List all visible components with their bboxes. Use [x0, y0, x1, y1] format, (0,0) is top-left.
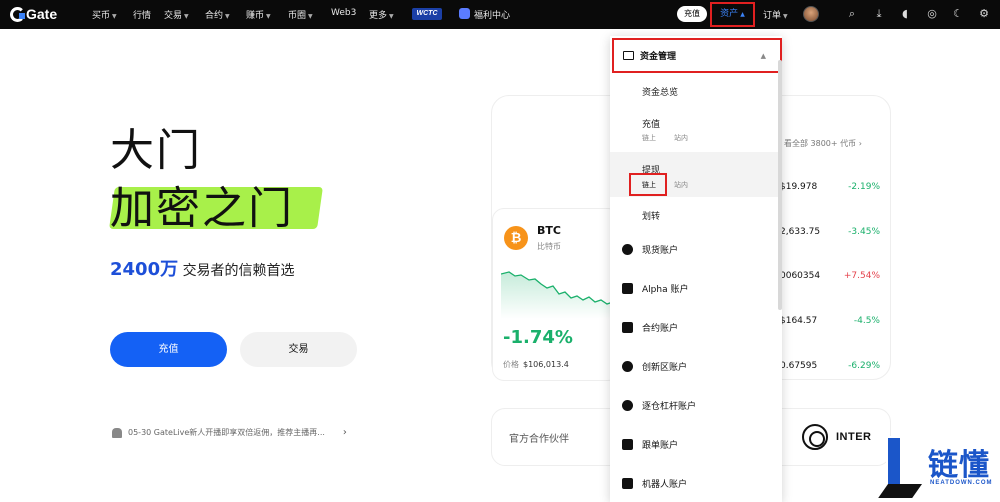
- watermark-logo-icon: [878, 438, 922, 500]
- bot-account-icon: [622, 478, 633, 489]
- menu-item-innovation-account[interactable]: 创新区账户: [622, 360, 687, 373]
- download-icon[interactable]: ⤓: [873, 8, 885, 20]
- nav-item-web3[interactable]: Web3: [331, 8, 356, 18]
- hero-deposit-button[interactable]: 充值: [110, 332, 227, 367]
- wctc-event-badge[interactable]: WCTC: [412, 8, 442, 20]
- btc-sparkline: [501, 271, 619, 319]
- chevron-up-icon: ▲: [740, 11, 745, 18]
- menu-sub-deposit-onchain[interactable]: 链上: [642, 133, 656, 143]
- innovation-account-icon: [622, 361, 633, 372]
- btc-price: 价格 $106,013.4: [503, 360, 569, 369]
- dropdown-scrollbar[interactable]: [778, 60, 782, 310]
- watermark-url: NEATDOWN.COM: [930, 480, 993, 486]
- menu-item-bot-account[interactable]: 机器人账户: [622, 477, 687, 490]
- partner-name[interactable]: INTER: [836, 431, 872, 443]
- hero-tagline: 2400万 交易者的信赖首选: [110, 259, 295, 280]
- nav-item-more[interactable]: 更多 ▼: [369, 8, 394, 21]
- market-row[interactable]: 2,633.75 -3.45%: [780, 227, 880, 237]
- menu-sub-withdraw-internal[interactable]: 站内: [674, 180, 688, 190]
- bell-icon: [112, 427, 122, 438]
- btc-change: -1.74%: [503, 327, 573, 348]
- top-nav-bar: Gate 买币 ▼ 行情 交易 ▼ 合约 ▼ 赚币 ▼ 币圈 ▼ Web3 更多 ▼ WCT…: [0, 0, 1000, 29]
- market-row[interactable]: $19.978 -2.19%: [780, 182, 880, 192]
- inter-logo-icon: [802, 424, 828, 450]
- moon-icon[interactable]: ☾: [952, 8, 964, 20]
- btc-coin-icon: ₿: [504, 226, 528, 250]
- bell-icon[interactable]: ◖: [899, 8, 911, 20]
- watermark-text: 链懂: [928, 448, 990, 483]
- gear-icon[interactable]: ⚙: [978, 8, 990, 20]
- nav-item-orders[interactable]: 订单 ▼: [763, 8, 788, 21]
- chevron-down-icon: ▼: [308, 13, 313, 20]
- globe-icon[interactable]: ◎: [926, 8, 938, 20]
- menu-item-spot-account[interactable]: 现货账户: [622, 243, 678, 256]
- hero-title-line1: 大门: [110, 125, 202, 176]
- partner-label: 官方合作伙伴: [509, 434, 569, 445]
- chevron-down-icon: ▼: [266, 13, 271, 20]
- menu-item-copy-trading-account[interactable]: 跟单账户: [622, 438, 678, 451]
- chevron-down-icon: ▼: [783, 13, 788, 20]
- menu-item-alpha-account[interactable]: Alpha 账户: [622, 282, 688, 295]
- dropdown-header-fund-management[interactable]: 资金管理 ▲: [612, 38, 782, 73]
- menu-item-fund-overview[interactable]: 资金总览: [642, 85, 678, 98]
- menu-item-isolated-margin-account[interactable]: 逐仓杠杆账户: [622, 399, 696, 412]
- nav-item-trade[interactable]: 交易 ▼: [164, 8, 189, 21]
- hero-trade-button[interactable]: 交易: [240, 332, 357, 367]
- nav-item-welfare-center[interactable]: 福利中心: [474, 8, 510, 21]
- market-row[interactable]: 0.67595 -6.29%: [780, 361, 880, 371]
- margin-account-icon: [622, 400, 633, 411]
- view-all-tokens-link[interactable]: 看全部 3800+ 代币 ›: [784, 138, 862, 149]
- copy-trading-icon: [622, 439, 633, 450]
- nav-item-earn[interactable]: 赚币 ▼: [246, 8, 271, 21]
- alpha-account-icon: [622, 283, 633, 294]
- menu-item-deposit[interactable]: 充值: [642, 117, 660, 130]
- nav-assets-menu[interactable]: 资产 ▲: [710, 2, 755, 27]
- menu-item-futures-account[interactable]: 合约账户: [622, 321, 678, 334]
- chevron-down-icon: ▼: [184, 13, 189, 20]
- spot-account-icon: [622, 244, 633, 255]
- btc-card[interactable]: ₿ BTC 比特币 -1.74% 价格 $106,013.4: [492, 208, 620, 381]
- avatar[interactable]: [803, 6, 819, 22]
- nav-item-buy-crypto[interactable]: 买币 ▼: [92, 8, 117, 21]
- chevron-down-icon: ▼: [225, 13, 230, 20]
- search-icon[interactable]: ⌕: [846, 8, 858, 20]
- nav-deposit-button[interactable]: 充值: [677, 6, 707, 22]
- btc-symbol: BTC: [537, 224, 561, 237]
- menu-sub-deposit-internal[interactable]: 站内: [674, 133, 688, 143]
- wallet-icon: [623, 51, 634, 60]
- nav-item-square[interactable]: 币圈 ▼: [288, 8, 313, 21]
- gate-logo[interactable]: Gate: [10, 6, 57, 22]
- announcement-bar[interactable]: 05-30 GateLive新人开播即享双倍返佣，推荐主播再... ›: [112, 427, 347, 438]
- chevron-right-icon[interactable]: ›: [343, 427, 347, 438]
- nav-item-markets[interactable]: 行情: [133, 8, 151, 21]
- chevron-down-icon: ▼: [112, 13, 117, 20]
- futures-account-icon: [622, 322, 633, 333]
- nav-item-futures[interactable]: 合约 ▼: [205, 8, 230, 21]
- chevron-down-icon: ▼: [389, 13, 394, 20]
- menu-sub-withdraw-onchain[interactable]: 链上: [642, 180, 656, 190]
- gate-logo-icon: [10, 6, 25, 22]
- gift-icon: [459, 8, 470, 19]
- menu-item-transfer[interactable]: 划转: [642, 209, 660, 222]
- hero-title-line2: 加密之门: [110, 183, 294, 234]
- market-row[interactable]: $164.57 -4.5%: [780, 316, 880, 326]
- chevron-up-icon: ▲: [760, 51, 766, 60]
- assets-dropdown-menu: 资金管理 ▲ 资金总览 充值 链上 站内 提现 链上 站内 划转 现货账户 Alp…: [610, 36, 782, 502]
- btc-name: 比特币: [537, 242, 561, 251]
- market-row[interactable]: 0060354 +7.54%: [780, 271, 880, 281]
